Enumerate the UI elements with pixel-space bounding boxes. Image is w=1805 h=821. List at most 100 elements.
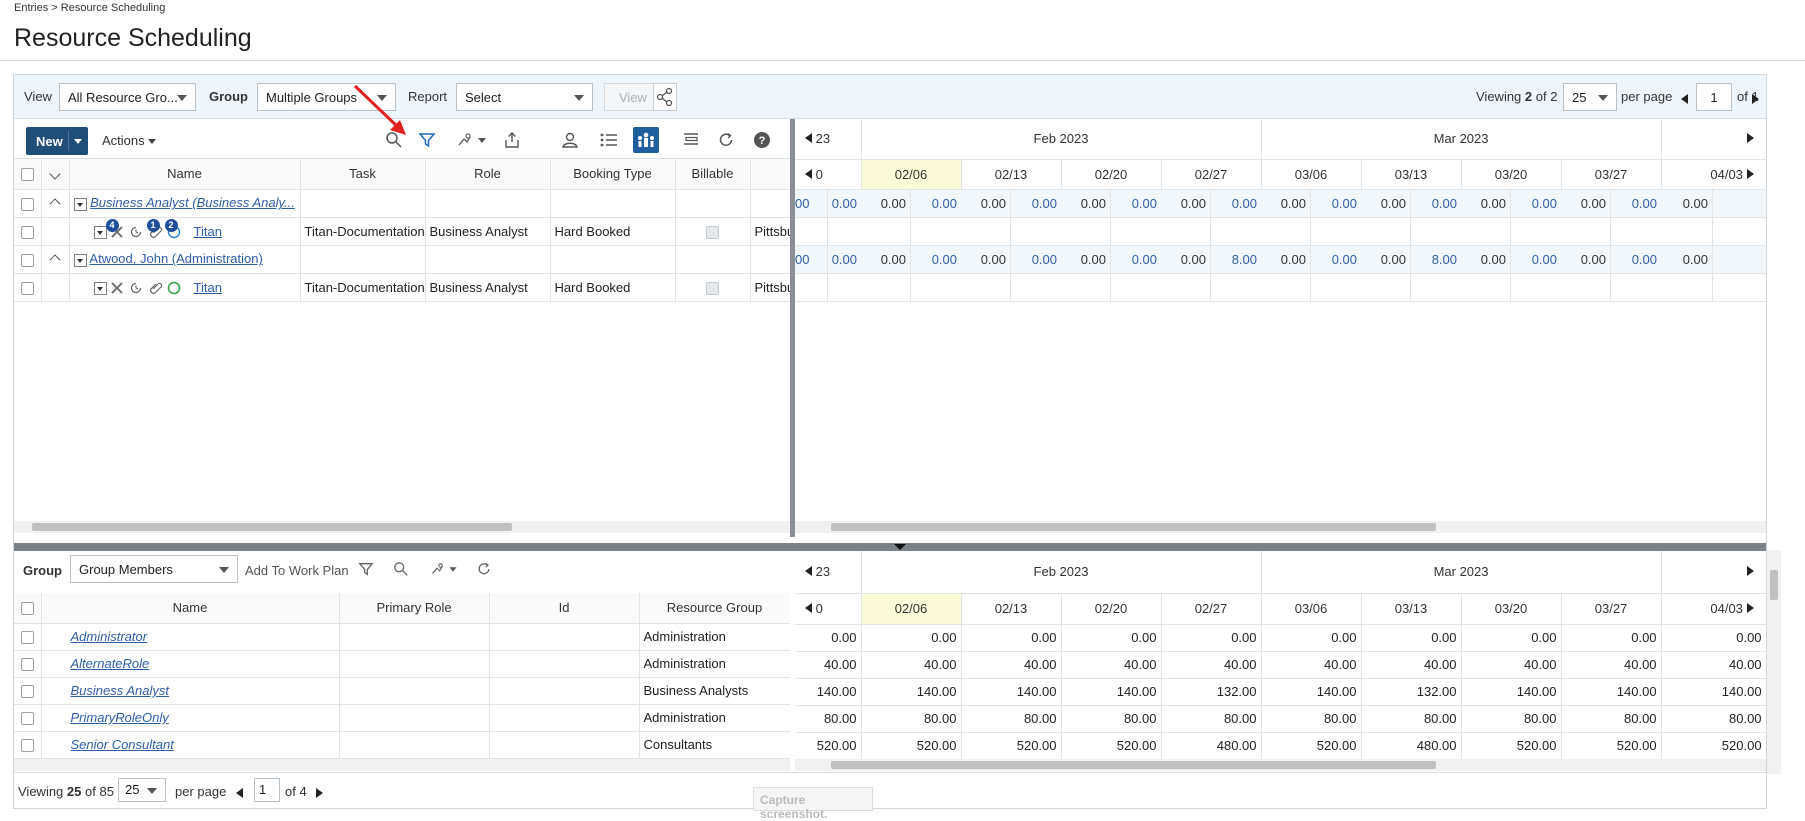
report-select[interactable]: Select bbox=[456, 83, 593, 111]
member-link[interactable]: Administrator bbox=[71, 629, 148, 644]
calendar-cell: 0.00 bbox=[831, 251, 857, 267]
footer-per-page-select[interactable]: 25 bbox=[118, 778, 166, 802]
collapse-down-icon[interactable] bbox=[894, 544, 906, 550]
row-checkbox[interactable] bbox=[14, 731, 42, 759]
horizontal-splitter[interactable] bbox=[14, 543, 1766, 551]
page-input[interactable]: 1 bbox=[1696, 83, 1732, 111]
col-header-resource-group[interactable]: Resource Group bbox=[639, 593, 790, 624]
search-icon[interactable] bbox=[393, 561, 409, 580]
chevron-right-icon[interactable] bbox=[1746, 603, 1754, 613]
attachment-icon[interactable] bbox=[149, 281, 163, 298]
next-period[interactable] bbox=[1661, 551, 1766, 594]
member-link[interactable]: PrimaryRoleOnly bbox=[71, 710, 169, 725]
bottom-left-h-scrollbar[interactable] bbox=[14, 759, 790, 771]
history-icon[interactable] bbox=[129, 281, 143, 298]
prev-week[interactable]: 0 bbox=[795, 159, 862, 190]
row-checkbox[interactable] bbox=[14, 677, 42, 705]
collapse-toggle[interactable] bbox=[41, 245, 70, 274]
member-link[interactable]: AlternateRole bbox=[71, 656, 150, 671]
help-button[interactable]: ? bbox=[749, 127, 775, 153]
actions-menu[interactable]: Actions bbox=[102, 133, 157, 148]
tools-icon[interactable] bbox=[110, 281, 124, 298]
col-header-booking-type[interactable]: Booking Type bbox=[550, 159, 676, 190]
prev-period[interactable]: 23 bbox=[795, 119, 862, 160]
footer-prev-page-icon[interactable] bbox=[236, 786, 243, 801]
row-checkbox[interactable] bbox=[14, 650, 42, 678]
calendar-cell: 0.00 bbox=[1431, 195, 1457, 211]
select-all-checkbox[interactable] bbox=[14, 593, 42, 624]
history-icon[interactable] bbox=[129, 225, 143, 242]
chevron-left-icon[interactable] bbox=[805, 566, 812, 577]
row-checkbox[interactable] bbox=[14, 189, 42, 218]
view-select[interactable]: All Resource Gro... bbox=[59, 83, 196, 111]
per-page-select[interactable]: 25 bbox=[1563, 83, 1617, 111]
col-header-task[interactable]: Task bbox=[300, 159, 426, 190]
calendar-cell bbox=[1061, 273, 1111, 301]
assign-menu-button[interactable] bbox=[452, 127, 494, 153]
refresh-button[interactable] bbox=[713, 127, 739, 153]
bottom-right-h-scrollbar[interactable] bbox=[795, 759, 1766, 771]
new-button[interactable]: New bbox=[26, 127, 88, 155]
top-left-h-scrollbar[interactable] bbox=[14, 521, 790, 533]
chevron-left-icon[interactable] bbox=[805, 168, 812, 179]
select-all-checkbox[interactable] bbox=[14, 159, 42, 190]
col-header-name[interactable]: Name bbox=[69, 159, 301, 190]
filter-button[interactable] bbox=[414, 127, 440, 153]
prev-week[interactable]: 0 bbox=[795, 593, 862, 625]
row-checkbox[interactable] bbox=[14, 704, 42, 732]
calendar-row: 80.00 80.00 80.00 80.00 80.00 80.00 80.00 80.00… bbox=[795, 705, 1766, 733]
gantt-button[interactable] bbox=[678, 127, 704, 153]
week-header: 03/27 bbox=[1561, 159, 1662, 190]
share-button[interactable] bbox=[653, 83, 677, 111]
capture-screenshot-button[interactable]: Capture screenshot. bbox=[753, 787, 873, 821]
collapse-toggle[interactable] bbox=[41, 189, 70, 218]
chevron-down-icon[interactable] bbox=[74, 139, 82, 144]
row-menu-dropdown[interactable] bbox=[93, 281, 107, 295]
member-link[interactable]: Senior Consultant bbox=[71, 737, 174, 752]
next-period[interactable] bbox=[1661, 119, 1766, 160]
row-checkbox[interactable] bbox=[14, 273, 42, 302]
notes-icon[interactable] bbox=[167, 281, 181, 298]
prev-page-icon[interactable] bbox=[1681, 92, 1688, 107]
capacity-cell: 40.00 bbox=[1661, 651, 1766, 679]
next-week[interactable]: 04/03 bbox=[1661, 159, 1766, 190]
next-week[interactable]: 04/03 bbox=[1661, 593, 1766, 625]
chevron-right-icon[interactable] bbox=[1746, 566, 1754, 577]
row-menu-dropdown[interactable] bbox=[93, 225, 107, 239]
col-header-name[interactable]: Name bbox=[41, 593, 340, 624]
footer-next-page-icon[interactable] bbox=[316, 786, 323, 801]
project-link[interactable]: Titan bbox=[194, 224, 222, 239]
chevron-left-icon[interactable] bbox=[805, 133, 812, 144]
row-checkbox[interactable] bbox=[14, 623, 42, 651]
row-checkbox[interactable] bbox=[14, 217, 42, 246]
project-link[interactable]: Titan bbox=[194, 280, 222, 295]
col-header-primary-role[interactable]: Primary Role bbox=[339, 593, 490, 624]
chevron-right-icon[interactable] bbox=[1746, 168, 1754, 179]
col-header-id[interactable]: Id bbox=[489, 593, 640, 624]
add-to-work-plan-button[interactable]: Add To Work Plan bbox=[245, 563, 349, 578]
bottom-group-select[interactable]: Group Members bbox=[70, 555, 238, 583]
row-menu-dropdown[interactable] bbox=[73, 253, 87, 267]
group-link[interactable]: Business Analyst (Business Analy... bbox=[90, 195, 295, 210]
resource-button[interactable] bbox=[557, 127, 583, 153]
team-view-button[interactable] bbox=[633, 127, 659, 153]
bottom-v-scrollbar[interactable] bbox=[1767, 550, 1781, 774]
col-header-billable[interactable]: Billable bbox=[675, 159, 751, 190]
filter-icon[interactable] bbox=[358, 561, 374, 580]
chevron-right-icon[interactable] bbox=[1746, 133, 1754, 144]
group-link[interactable]: Atwood, John (Administration) bbox=[89, 251, 262, 266]
footer-page-input[interactable]: 1 bbox=[254, 778, 280, 802]
refresh-icon[interactable] bbox=[476, 561, 492, 580]
prev-period[interactable]: 23 bbox=[795, 551, 862, 594]
chevron-left-icon[interactable] bbox=[805, 603, 812, 613]
row-menu-dropdown[interactable] bbox=[73, 197, 87, 211]
top-right-h-scrollbar[interactable] bbox=[795, 521, 1766, 533]
breadcrumb[interactable]: Entries > Resource Scheduling bbox=[14, 2, 165, 14]
member-link[interactable]: Business Analyst bbox=[71, 683, 170, 698]
row-checkbox[interactable] bbox=[14, 245, 42, 274]
expand-all-toggle[interactable] bbox=[41, 159, 70, 190]
list-view-button[interactable] bbox=[596, 127, 622, 153]
export-button[interactable] bbox=[499, 127, 525, 153]
hand-icon[interactable] bbox=[428, 561, 462, 580]
col-header-role[interactable]: Role bbox=[425, 159, 551, 190]
